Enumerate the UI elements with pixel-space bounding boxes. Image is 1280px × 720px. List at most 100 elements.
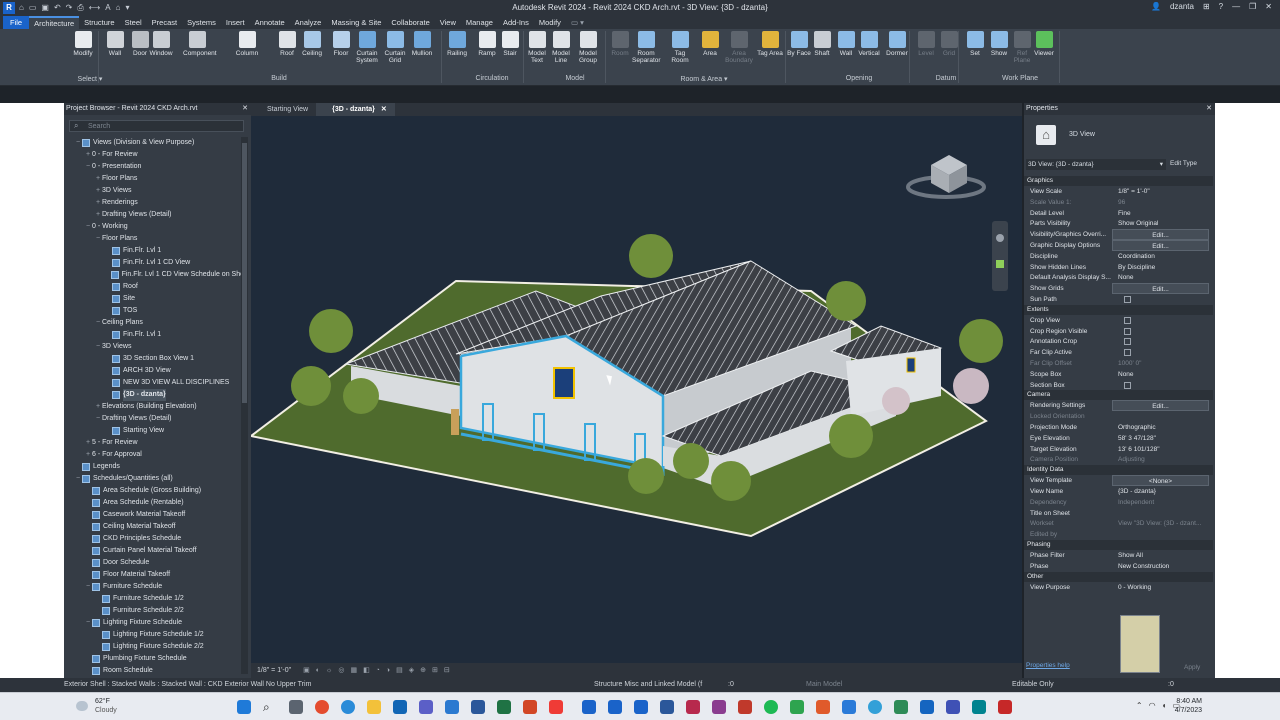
browser-item[interactable]: Site — [64, 293, 244, 305]
excel-icon[interactable] — [497, 700, 511, 714]
property-value[interactable]: New Construction — [1112, 561, 1213, 572]
app-icon[interactable] — [868, 700, 882, 714]
viewer-button[interactable]: Viewer — [1030, 31, 1058, 57]
browser-item[interactable]: + Elevations (Building Elevation) — [64, 401, 244, 413]
revit-taskbar-icon[interactable] — [608, 700, 622, 714]
browser-item[interactable]: Ceiling Material Takeoff — [64, 521, 244, 533]
tab-add-ins[interactable]: Add-Ins — [498, 16, 534, 29]
browser-item[interactable]: Roof — [64, 281, 244, 293]
browser-item[interactable]: NEW 3D VIEW ALL DISCIPLINES — [64, 377, 244, 389]
browser-item[interactable]: Floor Material Takeoff — [64, 569, 244, 581]
browser-item[interactable]: Fin.Flr. Lvl 1 CD View Schedule on She — [64, 269, 244, 281]
user-icon[interactable]: 👤 — [1151, 2, 1161, 11]
browser-item[interactable]: Casework Material Takeoff — [64, 509, 244, 521]
browser-item[interactable]: Furniture Schedule 2/2 — [64, 605, 244, 617]
help-icon[interactable]: ? — [1219, 2, 1223, 11]
close-button[interactable]: ✕ — [1265, 2, 1272, 11]
property-value[interactable]: Show All — [1112, 550, 1213, 561]
editable-only-checkbox[interactable]: Editable Only — [1012, 678, 1054, 692]
app-icon[interactable] — [998, 700, 1012, 714]
start-icon[interactable] — [237, 700, 251, 714]
expand-icon[interactable]: + — [94, 197, 102, 209]
browser-item[interactable]: Lighting Fixture Schedule 2/2 — [64, 641, 244, 653]
collapse-icon[interactable]: − — [84, 617, 92, 629]
collapse-icon[interactable]: − — [74, 473, 82, 485]
view-tab[interactable]: Starting View — [251, 103, 316, 116]
property-value[interactable]: 13' 6 101/128" — [1112, 444, 1213, 455]
tab-view[interactable]: View — [435, 16, 461, 29]
browser-item[interactable]: + Renderings — [64, 197, 244, 209]
property-value[interactable]: {3D - dzanta} — [1112, 486, 1213, 497]
app-icon[interactable] — [816, 700, 830, 714]
modify-button[interactable]: Modify — [69, 31, 97, 57]
property-value[interactable]: By Discipline — [1112, 262, 1213, 273]
revit-app-icon[interactable]: R — [3, 2, 15, 14]
property-value[interactable]: Fine — [1112, 208, 1213, 219]
browser-item[interactable]: Plumbing Fixture Schedule — [64, 653, 244, 665]
expand-icon[interactable]: + — [94, 401, 102, 413]
browser-item[interactable]: +6 - For Approval — [64, 449, 244, 461]
collapse-icon[interactable]: − — [84, 161, 92, 173]
property-group-header[interactable]: Phasing — [1024, 540, 1213, 550]
design-option-selector[interactable]: Main Model — [806, 678, 842, 692]
revit-taskbar-icon[interactable] — [582, 700, 596, 714]
browser-item[interactable]: − Drafting Views (Detail) — [64, 413, 244, 425]
teams-icon[interactable] — [419, 700, 433, 714]
workset-selector[interactable]: Structure Misc and Linked Model (f — [594, 678, 702, 692]
property-value[interactable]: None — [1112, 272, 1213, 283]
browser-item[interactable]: Starting View — [64, 425, 244, 437]
home-icon[interactable]: ⌂ — [19, 3, 24, 13]
area-button[interactable]: Area — [696, 31, 724, 57]
type-name[interactable]: 3D View — [1069, 131, 1095, 138]
property-value[interactable]: 1/8" = 1'-0" — [1112, 186, 1213, 197]
room-button[interactable]: Room — [606, 31, 634, 57]
model-line-button[interactable]: Model Line — [547, 31, 575, 64]
edge-icon[interactable] — [341, 700, 355, 714]
browser-scrollbar[interactable] — [241, 137, 248, 674]
app-icon[interactable] — [920, 700, 934, 714]
browser-item[interactable]: +3D Views — [64, 185, 244, 197]
property-checkbox[interactable] — [1124, 296, 1131, 303]
app-icon[interactable] — [894, 700, 908, 714]
acrobat-icon[interactable] — [549, 700, 563, 714]
property-value[interactable] — [1112, 508, 1213, 519]
property-value[interactable]: Show Original — [1112, 218, 1213, 229]
property-edit-button[interactable]: Edit... — [1112, 240, 1209, 251]
browser-item[interactable]: Area Schedule (Gross Building) — [64, 485, 244, 497]
print-icon[interactable]: ⎙ — [77, 3, 83, 13]
instance-selector[interactable]: 3D View: {3D - dzanta} ▾ — [1026, 159, 1166, 170]
app-icon[interactable] — [790, 700, 804, 714]
task-view-icon[interactable] — [289, 700, 303, 714]
app-icon[interactable] — [946, 700, 960, 714]
browser-item[interactable]: Fin.Flr. Lvl 1 — [64, 245, 244, 257]
property-checkbox[interactable] — [1124, 381, 1131, 389]
browser-item[interactable]: +0 - For Review — [64, 149, 244, 161]
clock[interactable]: 8:40 AM 4/7/2023 — [1175, 697, 1202, 715]
outlook-icon[interactable] — [393, 700, 407, 714]
browser-item[interactable]: − Floor Plans — [64, 233, 244, 245]
expand-icon[interactable]: + — [84, 449, 92, 461]
filter-count[interactable]: :0 — [1168, 678, 1174, 692]
browser-item[interactable]: Lighting Fixture Schedule 1/2 — [64, 629, 244, 641]
tab-modify[interactable]: Modify — [534, 16, 566, 29]
app-icon[interactable] — [712, 700, 726, 714]
property-value[interactable]: None — [1112, 369, 1213, 380]
tab-collaborate[interactable]: Collaborate — [386, 16, 434, 29]
apply-button[interactable]: Apply — [1184, 664, 1200, 671]
stair-button[interactable]: Stair — [496, 31, 524, 57]
browser-item[interactable]: − Lighting Fixture Schedule — [64, 617, 244, 629]
collapse-icon[interactable]: − — [94, 341, 102, 353]
word-icon[interactable] — [471, 700, 485, 714]
browser-item[interactable]: + Floor Plans — [64, 173, 244, 185]
mullion-button[interactable]: Mullion — [408, 31, 436, 57]
tab-precast[interactable]: Precast — [147, 16, 182, 29]
ceiling-button[interactable]: Ceiling — [298, 31, 326, 57]
browser-item[interactable]: − Views (Division & View Purpose) — [64, 137, 244, 149]
browser-item[interactable]: Curtain Panel Material Takeoff — [64, 545, 244, 557]
railing-button[interactable]: Railing — [443, 31, 471, 57]
browser-item[interactable]: Legends — [64, 461, 244, 473]
close-icon[interactable]: ✕ — [1206, 103, 1212, 115]
column-button[interactable]: Column — [233, 31, 261, 57]
mail-icon[interactable] — [445, 700, 459, 714]
app-icon[interactable] — [972, 700, 986, 714]
